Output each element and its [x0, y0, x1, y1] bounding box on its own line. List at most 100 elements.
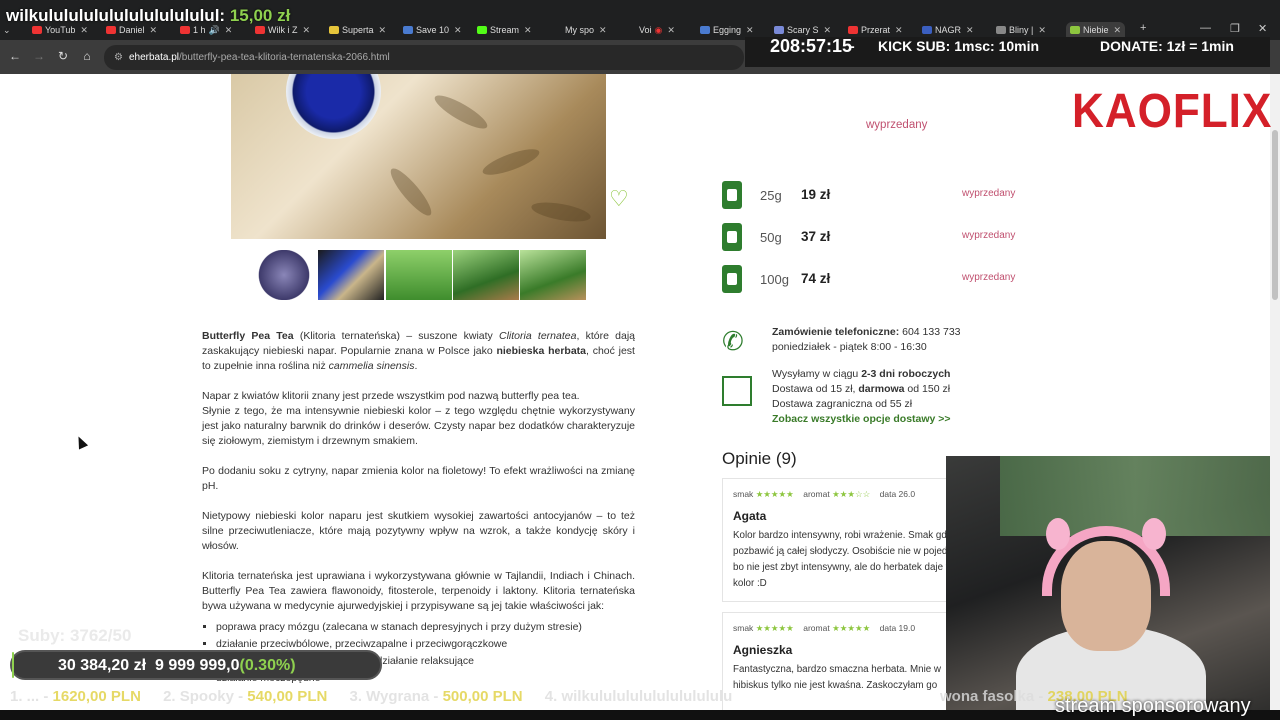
- close-icon[interactable]: ✕: [379, 25, 387, 36]
- maximize-icon[interactable]: ❐: [1230, 22, 1240, 35]
- eherbata-icon: [1070, 26, 1080, 34]
- close-icon[interactable]: ✕: [966, 25, 974, 36]
- record-icon: ◉: [654, 24, 663, 35]
- close-icon[interactable]: ✕: [303, 25, 311, 36]
- tab-11[interactable]: Przerat ✕: [848, 22, 903, 38]
- tab-7[interactable]: My spo ✕: [552, 22, 607, 38]
- variant-row[interactable]: 25g 19 zł wyprzedany: [722, 181, 1022, 211]
- variant-price: 19 zł: [801, 187, 831, 202]
- product-description: Butterfly Pea Tea (Klitoria ternateńska)…: [202, 329, 635, 688]
- tea-package-icon: [722, 223, 742, 251]
- youtube-icon: [255, 26, 265, 34]
- subs-counter: Suby: 3762/50: [18, 626, 132, 645]
- thumbnail-4[interactable]: [453, 250, 519, 300]
- close-icon[interactable]: ✕: [746, 25, 754, 36]
- variant-price: 37 zł: [801, 229, 831, 244]
- reviews-heading: Opinie (9): [722, 449, 797, 468]
- youtube-icon: [848, 26, 858, 34]
- sponsor-label: stream sponsorowany: [1055, 695, 1251, 717]
- site-icon: [774, 26, 784, 34]
- timer-separator: -: [850, 38, 855, 54]
- tab-4[interactable]: Superta ✕: [329, 22, 386, 38]
- new-tab-icon[interactable]: +: [1140, 22, 1146, 34]
- favorite-heart-icon[interactable]: ♡: [609, 188, 629, 210]
- thumbnail-5[interactable]: [520, 250, 586, 300]
- close-icon[interactable]: ✕: [1114, 25, 1122, 36]
- close-icon[interactable]: ✕: [824, 25, 832, 36]
- tea-package-icon: [722, 181, 742, 209]
- site-icon: [329, 26, 339, 34]
- thumbnail-3[interactable]: [386, 250, 452, 300]
- thumbnail-2[interactable]: [318, 250, 384, 300]
- site-info-icon[interactable]: ⚙: [114, 52, 123, 63]
- description-paragraph: Po dodaniu soku z cytryny, napar zmienia…: [202, 465, 635, 492]
- back-icon[interactable]: ←: [8, 49, 22, 63]
- leaf-shadow: [431, 90, 491, 134]
- home-icon[interactable]: ⌂: [80, 49, 94, 63]
- scrollbar-thumb[interactable]: [1272, 130, 1278, 300]
- leaf-shadow: [385, 163, 437, 221]
- close-window-icon[interactable]: ✕: [1258, 22, 1267, 35]
- list-item: poprawa pracy mózgu (zalecana w stanach …: [216, 620, 635, 635]
- tab-5[interactable]: Save 10 ✕: [403, 22, 462, 38]
- leaf-shadow: [530, 198, 592, 226]
- reviewer-name: Agata: [733, 509, 767, 523]
- description-paragraph: Butterfly Pea Tea (Klitoria ternateńska)…: [202, 330, 636, 372]
- youtube-icon: [180, 26, 190, 34]
- close-icon[interactable]: ✕: [454, 25, 462, 36]
- description-paragraph: Napar z kwiatów klitorii znany jest prze…: [202, 390, 635, 447]
- tab-6[interactable]: Stream ✕: [477, 22, 532, 38]
- tab-8[interactable]: Voi ◉ ✕: [626, 22, 675, 38]
- site-icon: [996, 26, 1006, 34]
- forward-icon[interactable]: →: [32, 49, 46, 63]
- site-icon: [552, 26, 562, 34]
- leaf-shadow: [480, 144, 542, 180]
- close-icon[interactable]: ✕: [150, 25, 158, 36]
- cat-ear: [1142, 518, 1166, 550]
- tab-12[interactable]: NAGR ✕: [922, 22, 974, 38]
- variant-status: wyprzedany: [962, 188, 1016, 199]
- shipping-info: Wysyłamy w ciągu 2-3 dni roboczych Dosta…: [772, 368, 951, 425]
- donate-info: DONATE: 1zł = 1min: [1100, 38, 1234, 54]
- youtube-icon: [106, 26, 116, 34]
- wall-decoration: [1000, 456, 1270, 536]
- thumbnail-1[interactable]: [251, 250, 317, 300]
- reload-icon[interactable]: ↻: [56, 49, 70, 63]
- minimize-icon[interactable]: —: [1200, 22, 1211, 34]
- donation-alert: wilkulululululululululululul: 15,00 zł: [6, 6, 291, 25]
- tab-9[interactable]: Egging ✕: [700, 22, 754, 38]
- docs-icon: [922, 26, 932, 34]
- package-icon: [722, 376, 752, 406]
- product-main-image[interactable]: [231, 74, 606, 239]
- variant-row[interactable]: 100g 74 zł wyprzedany: [722, 265, 1022, 295]
- variant-weight: 25g: [760, 188, 782, 203]
- sold-out-status: wyprzedany: [866, 119, 928, 131]
- close-icon[interactable]: ✕: [80, 25, 88, 36]
- close-icon[interactable]: ✕: [225, 25, 233, 36]
- kaoflix-logo: KAOFLIX: [1072, 85, 1273, 138]
- tab-14-active[interactable]: Niebie ✕: [1066, 22, 1126, 38]
- url-input[interactable]: ⚙ eherbata.pl/butterfly-pea-tea-klitoria-…: [104, 45, 744, 70]
- close-icon[interactable]: ✕: [895, 25, 903, 36]
- variant-row[interactable]: 50g 37 zł wyprzedany: [722, 223, 1022, 253]
- variant-status: wyprzedany: [962, 230, 1016, 241]
- description-paragraph: Nietypowy niebieski kolor naparu jest sk…: [202, 510, 635, 552]
- tea-package-icon: [722, 265, 742, 293]
- shipping-options-link[interactable]: Zobacz wszystkie opcje dostawy >>: [772, 413, 951, 425]
- review-ratings: smak ★★★★★ aromat ★★★★★ data 19.0: [733, 623, 916, 633]
- stream-timer: 208:57:15: [770, 36, 853, 56]
- description-paragraph: Klitoria ternateńska jest uprawiana i wy…: [202, 570, 635, 612]
- tab-13[interactable]: Bliny | ✕: [996, 22, 1046, 38]
- close-icon[interactable]: ✕: [1038, 25, 1046, 36]
- variant-status: wyprzedany: [962, 272, 1016, 283]
- cat-ear: [1046, 518, 1070, 550]
- youtube-icon: [32, 26, 42, 34]
- review-ratings: smak ★★★★★ aromat ★★★☆☆ data 26.0: [733, 489, 916, 499]
- phone-info: Zamówienie telefoniczne: 604 133 733 pon…: [772, 326, 961, 353]
- close-icon[interactable]: ✕: [524, 25, 532, 36]
- audio-icon: 🔊: [208, 24, 220, 35]
- close-icon[interactable]: ✕: [667, 25, 675, 36]
- close-icon[interactable]: ✕: [599, 25, 607, 36]
- webcam-overlay: [946, 456, 1270, 720]
- site-icon: [626, 26, 636, 34]
